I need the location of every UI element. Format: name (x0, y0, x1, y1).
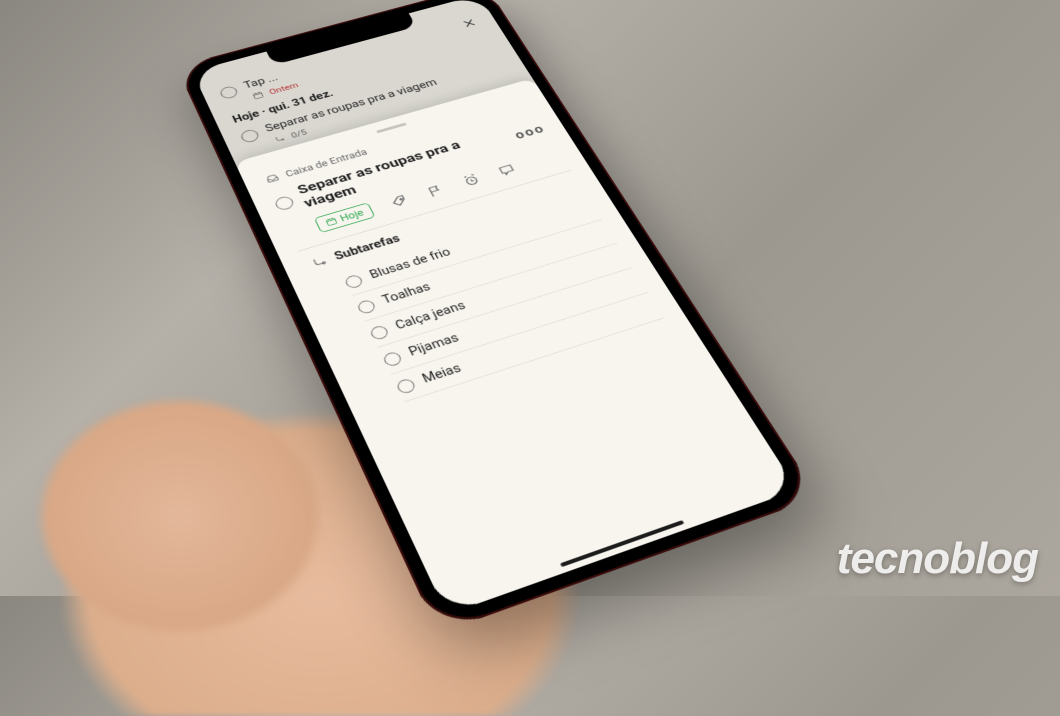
inbox-icon (261, 170, 283, 186)
flag-icon[interactable] (424, 183, 447, 199)
subtask-checkbox[interactable] (344, 274, 365, 290)
subtask-icon (308, 253, 331, 271)
task-checkbox[interactable] (218, 85, 239, 100)
watermark: tecnoblog (837, 534, 1038, 584)
subtask-icon (269, 131, 291, 147)
calendar-icon (248, 88, 269, 103)
task-checkbox[interactable] (239, 128, 260, 144)
subtask-checkbox[interactable] (382, 351, 404, 368)
subtask-checkbox[interactable] (356, 299, 377, 315)
subtask-checkbox[interactable] (369, 324, 390, 341)
bg-task-count: 0/5 (289, 127, 308, 139)
drag-handle[interactable] (376, 122, 407, 133)
date-chip[interactable]: Hoje (314, 202, 375, 233)
scene: Tap ... Ontem Hoje · qui. 31 dez. (0, 0, 1060, 596)
subtask-checkbox[interactable] (395, 377, 417, 395)
tag-icon[interactable] (388, 193, 411, 210)
subtask-label: Meias (420, 362, 463, 386)
alarm-icon[interactable] (460, 172, 483, 188)
date-chip-text: Hoje (338, 208, 365, 224)
comment-icon[interactable] (495, 162, 518, 178)
more-button[interactable]: ooo (512, 121, 548, 141)
task-checkbox[interactable] (273, 195, 295, 212)
